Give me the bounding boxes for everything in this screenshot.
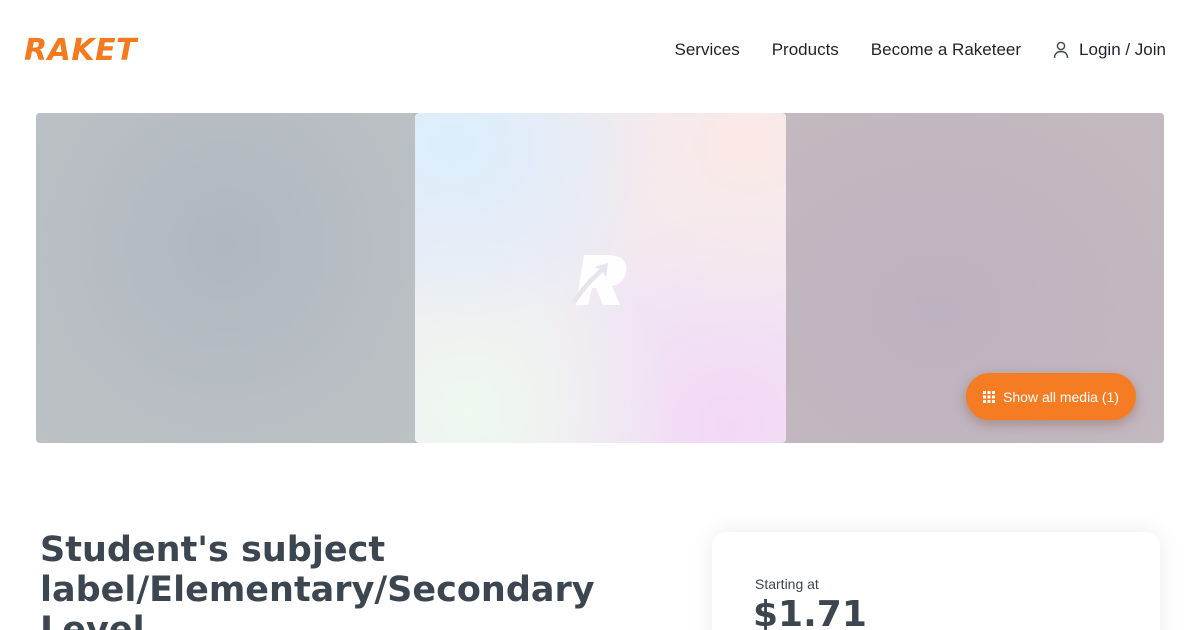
gallery-image-left[interactable] xyxy=(36,113,415,443)
user-icon xyxy=(1053,41,1069,59)
main-nav: Services Products Become a Raketeer Logi… xyxy=(675,38,1166,62)
price-value: $1.71 xyxy=(753,594,867,630)
grid-icon xyxy=(983,390,996,403)
nav-item-products[interactable]: Products xyxy=(772,38,839,62)
raket-r-logo-icon xyxy=(570,251,632,309)
gallery-image-main[interactable] xyxy=(415,113,786,443)
login-join-label: Login / Join xyxy=(1079,40,1166,59)
listing-title: Student's subject label/Elementary/Secon… xyxy=(40,530,595,630)
starting-at-label: Starting at xyxy=(755,576,819,592)
nav-item-become-raketeer[interactable]: Become a Raketeer xyxy=(871,38,1021,62)
pricing-card: Starting at $1.71 xyxy=(712,532,1160,630)
logo-text: RAKET xyxy=(24,33,138,68)
show-all-media-label: Show all media (1) xyxy=(1003,388,1119,405)
media-gallery[interactable]: Show all media (1) xyxy=(36,113,1164,443)
raket-logo[interactable]: RAKET xyxy=(24,34,158,68)
login-join-link[interactable]: Login / Join xyxy=(1053,38,1166,62)
show-all-media-button[interactable]: Show all media (1) xyxy=(966,373,1136,420)
nav-item-services[interactable]: Services xyxy=(675,38,740,62)
site-header: RAKET Services Products Become a Raketee… xyxy=(0,0,1200,100)
